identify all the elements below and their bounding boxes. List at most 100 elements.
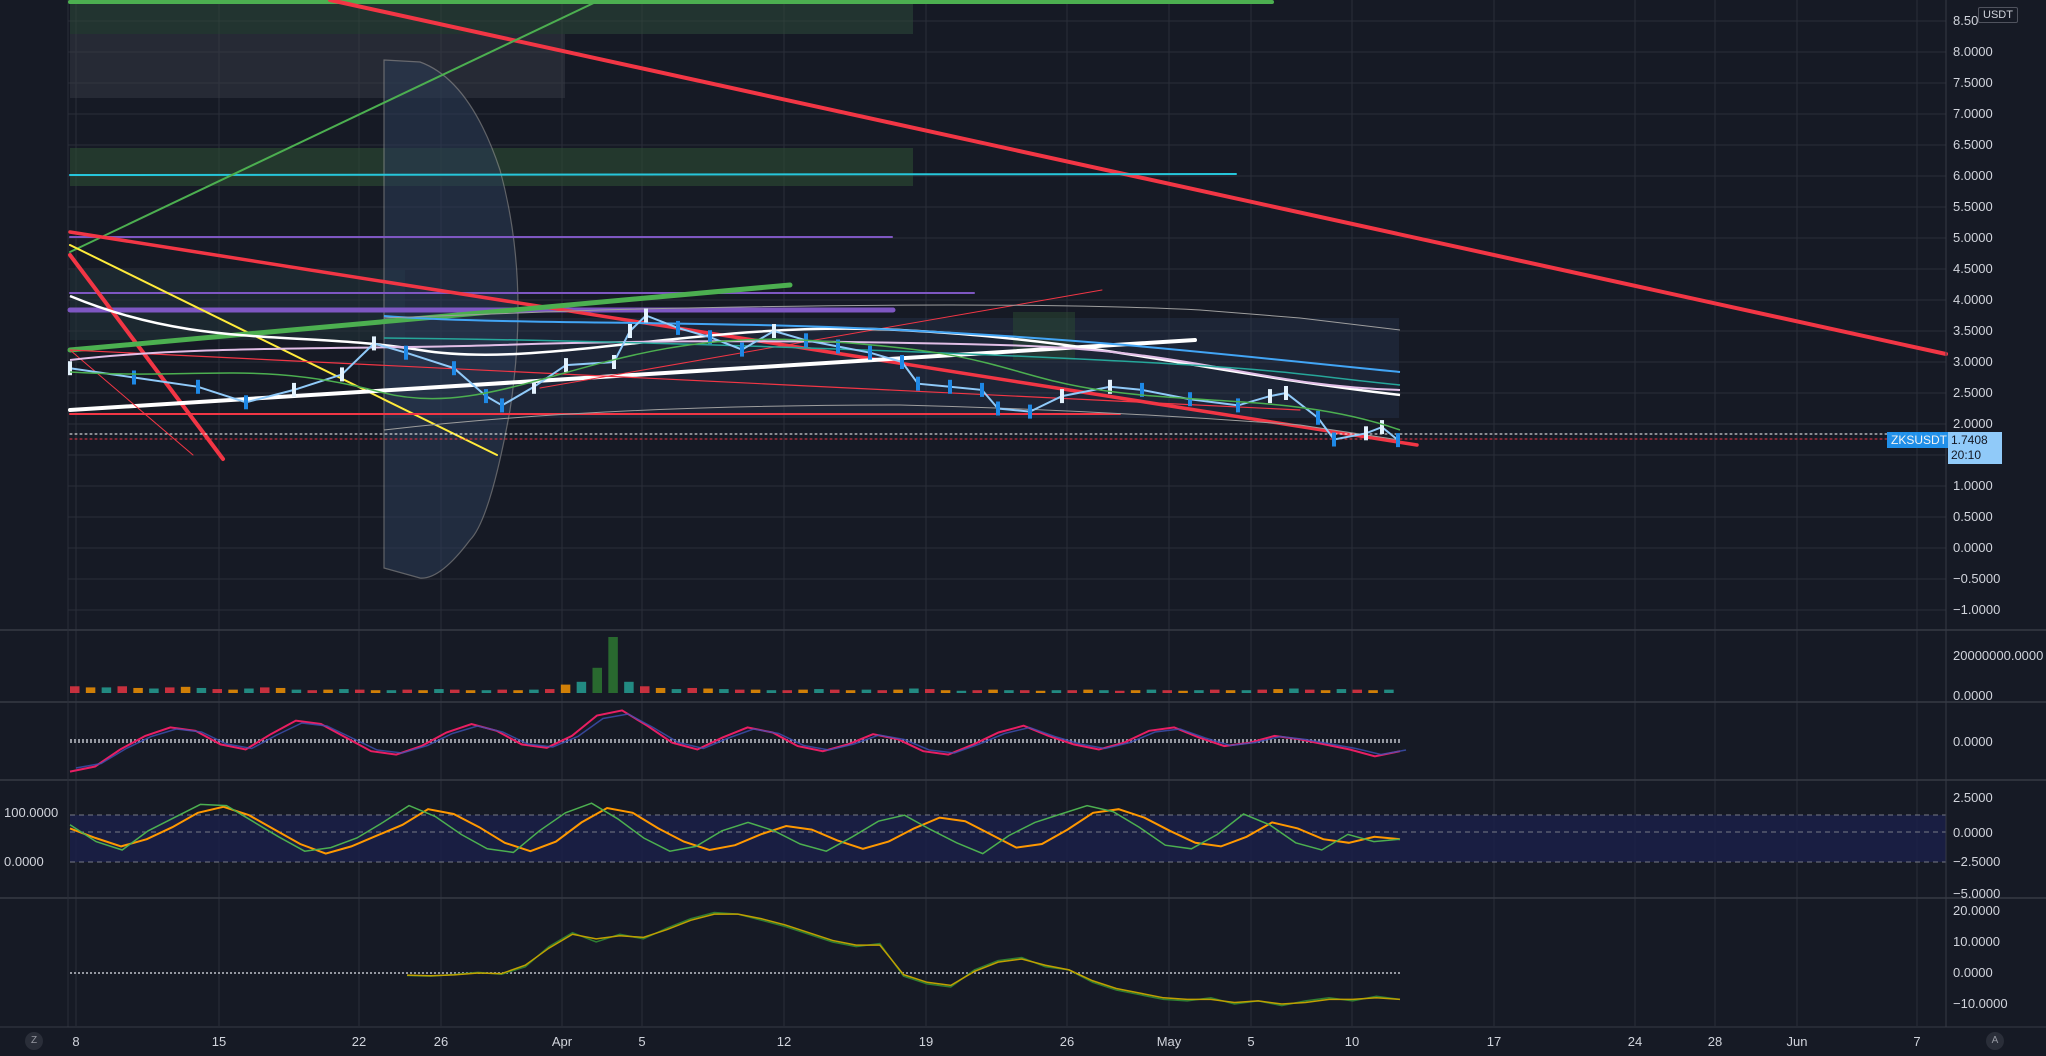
candle bbox=[484, 389, 488, 404]
volume-bar bbox=[687, 687, 697, 693]
time-tick-label: 12 bbox=[777, 1034, 791, 1049]
osc3-tick-label: 10.0000 bbox=[1953, 934, 2000, 949]
volume-bar bbox=[1368, 690, 1378, 693]
volume-bar bbox=[1352, 689, 1362, 693]
volume-bar bbox=[180, 686, 191, 693]
volume-bar bbox=[101, 687, 112, 693]
candle bbox=[612, 355, 616, 369]
osc2-band bbox=[70, 815, 1946, 862]
volume-bar bbox=[1178, 690, 1188, 693]
volume-bar bbox=[845, 690, 856, 693]
volume-bar bbox=[576, 681, 587, 693]
volume-bar bbox=[624, 681, 634, 693]
volume-bar bbox=[766, 690, 777, 693]
price-tick-label: 5.5000 bbox=[1953, 199, 1993, 214]
volume-bar bbox=[244, 688, 254, 693]
volume-bar bbox=[513, 690, 523, 693]
osc3-tick-label: −10.0000 bbox=[1953, 996, 2008, 1011]
bar-countdown: 20:10 bbox=[1951, 448, 1982, 462]
time-tick-label: 15 bbox=[212, 1034, 226, 1049]
candle bbox=[900, 355, 904, 369]
price-tick-label: 3.0000 bbox=[1953, 354, 1993, 369]
chart-canvas[interactable]: 20000000.00000.0000 0.0000 100.0000 0.000… bbox=[0, 0, 2046, 1056]
time-axis[interactable]: 8 15 22 26 Apr 5 12 19 26 May 5 10 17 24 28 Jun 7 bbox=[0, 1026, 2046, 1049]
osc2-left-tick: 100.0000 bbox=[4, 805, 58, 820]
volume-bar bbox=[1210, 689, 1220, 693]
volume-bar bbox=[592, 667, 602, 693]
volume-bar bbox=[370, 690, 381, 693]
volume-bar bbox=[1336, 689, 1347, 693]
price-tick-label: 2.5000 bbox=[1953, 385, 1993, 400]
candle bbox=[244, 395, 248, 410]
volume-bar bbox=[149, 688, 159, 693]
volume-bar bbox=[165, 687, 175, 693]
price-tick-label: 7.0000 bbox=[1953, 106, 1993, 121]
volume-bar bbox=[117, 686, 127, 693]
price-tick-label: 2.0000 bbox=[1953, 416, 1993, 431]
last-price-tag: 1.7408 20:10 bbox=[1948, 432, 2002, 464]
currency-badge[interactable]: USDT bbox=[1978, 7, 2018, 23]
price-zone bbox=[70, 34, 565, 98]
osc2-right-tick: 0.0000 bbox=[1953, 825, 1993, 840]
oscillator-1-pane: 0.0000 bbox=[69, 709, 1993, 773]
time-tick-label: 28 bbox=[1708, 1034, 1722, 1049]
oscillator-3-pane: 20.0000 10.0000 0.0000 −10.0000 bbox=[70, 903, 2008, 1011]
time-tick-label: 24 bbox=[1628, 1034, 1642, 1049]
candle bbox=[196, 379, 200, 394]
osc2-right-tick: 2.5000 bbox=[1953, 790, 1993, 805]
volume-bar bbox=[1305, 689, 1315, 693]
price-tick-label: 4.5000 bbox=[1953, 261, 1993, 276]
volume-bar bbox=[798, 689, 808, 693]
price-tick-label: 6.0000 bbox=[1953, 168, 1993, 183]
volume-bar bbox=[925, 689, 935, 693]
volume-bar bbox=[434, 689, 444, 693]
volume-bar bbox=[465, 690, 476, 693]
volume-bar bbox=[1384, 689, 1394, 693]
candle bbox=[404, 345, 408, 360]
candle bbox=[1060, 389, 1064, 404]
volume-bar bbox=[355, 689, 365, 693]
candle bbox=[372, 336, 376, 351]
volume-bar bbox=[1289, 688, 1299, 693]
price-tick-label: 3.5000 bbox=[1953, 323, 1993, 338]
timezone-button[interactable]: Z bbox=[25, 1032, 43, 1050]
volume-bar bbox=[1083, 689, 1093, 693]
volume-bar bbox=[1115, 690, 1125, 693]
volume-bar bbox=[497, 689, 507, 693]
volume-bar bbox=[228, 689, 238, 693]
time-tick-label: 5 bbox=[1247, 1034, 1254, 1049]
oscillator-2-pane: 100.0000 0.0000 2.5000 0.0000 −2.5000 −5.0000 bbox=[4, 790, 2000, 901]
volume-bar bbox=[988, 689, 998, 693]
volume-bar bbox=[402, 689, 412, 693]
time-tick-label: Jun bbox=[1787, 1034, 1808, 1049]
volume-bar bbox=[1241, 690, 1252, 693]
volume-bar bbox=[1020, 690, 1030, 693]
price-tick-label: −0.5000 bbox=[1953, 571, 2000, 586]
time-tick-label: 10 bbox=[1345, 1034, 1359, 1049]
volume-bar bbox=[323, 689, 333, 693]
osc2-right-tick: −5.0000 bbox=[1953, 886, 2000, 901]
trendline bbox=[69, 173, 1237, 176]
osc1-tick-label: 0.0000 bbox=[1953, 734, 1993, 749]
volume-bar bbox=[260, 687, 270, 693]
volume-bar bbox=[877, 690, 887, 693]
last-price-value: 1.7408 bbox=[1951, 433, 1988, 447]
volume-bar bbox=[1099, 690, 1109, 693]
volume-bar bbox=[782, 690, 792, 693]
candle bbox=[1268, 389, 1272, 404]
time-tick-label: Apr bbox=[552, 1034, 573, 1049]
candle bbox=[676, 320, 680, 335]
osc2-right-tick: −2.5000 bbox=[1953, 854, 2000, 869]
candle bbox=[340, 367, 344, 382]
volume-pane: 20000000.0000 0.0000 bbox=[70, 637, 2043, 703]
volume-bar bbox=[1130, 690, 1141, 693]
price-axis[interactable]: 8.50 8.0000 7.5000 7.0000 6.5000 6.0000 5.5000… bbox=[1945, 0, 2000, 1027]
candle bbox=[948, 379, 952, 394]
auto-scale-button[interactable]: A bbox=[1986, 1032, 2004, 1050]
price-zone bbox=[70, 270, 405, 340]
time-tick-label: 8 bbox=[72, 1034, 79, 1049]
candle bbox=[916, 376, 920, 391]
candle bbox=[68, 361, 72, 376]
candle bbox=[980, 382, 984, 397]
candle bbox=[1284, 386, 1288, 400]
